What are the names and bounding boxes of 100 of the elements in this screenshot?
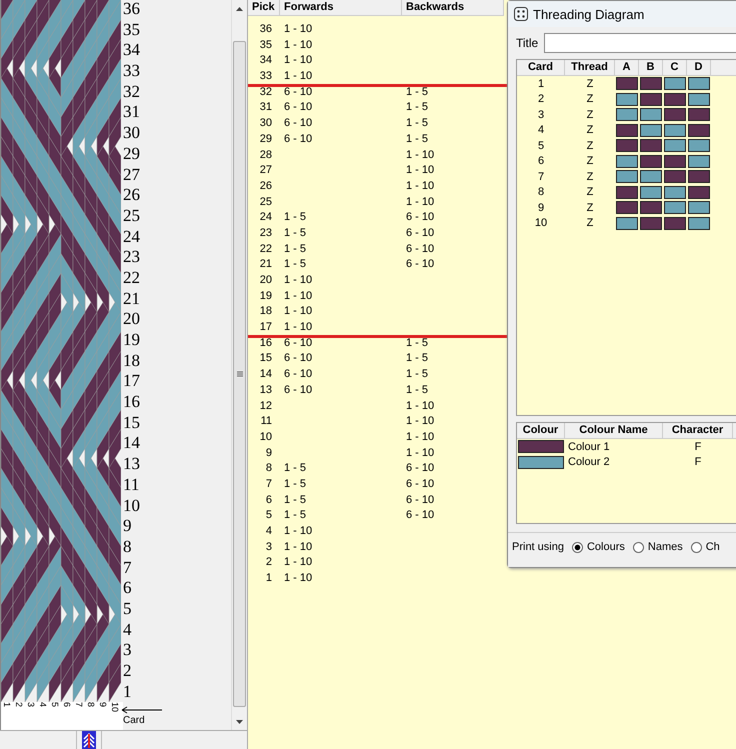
colour-swatch[interactable] bbox=[688, 77, 710, 90]
colour-swatch[interactable] bbox=[688, 92, 710, 106]
column-header[interactable]: Colour Name bbox=[565, 423, 663, 438]
pick-number: 15 bbox=[123, 414, 141, 431]
column-header[interactable]: Pick bbox=[248, 0, 280, 15]
colour-swatch[interactable] bbox=[616, 154, 638, 168]
card-cell-text: 6 bbox=[536, 155, 546, 168]
forwards-cell-text: 1 - 5 bbox=[283, 242, 308, 257]
colour-swatch[interactable] bbox=[688, 139, 710, 152]
colour-swatch[interactable] bbox=[664, 92, 686, 106]
backwards-cell-text: 1 - 10 bbox=[405, 430, 436, 445]
column-header[interactable]: D bbox=[687, 60, 711, 75]
column-header[interactable]: A bbox=[615, 60, 639, 75]
colour-swatch[interactable] bbox=[664, 201, 686, 214]
up-arrow-icon[interactable] bbox=[236, 6, 243, 10]
colour-swatch[interactable] bbox=[616, 216, 638, 230]
pick-number: 9 bbox=[123, 517, 132, 534]
radio-option[interactable]: Names bbox=[632, 541, 683, 553]
colour-swatch[interactable] bbox=[688, 186, 710, 199]
backwards-cell-text: 6 - 10 bbox=[405, 508, 436, 524]
colour-swatch[interactable] bbox=[688, 216, 710, 230]
pick-cell-text: 20 bbox=[258, 273, 273, 288]
colour-swatch[interactable] bbox=[664, 108, 686, 122]
pick-cell-text: 3 bbox=[264, 540, 273, 555]
column-header[interactable]: Colour bbox=[517, 423, 565, 438]
colour-swatch[interactable] bbox=[664, 186, 686, 199]
colour-swatch[interactable] bbox=[616, 170, 638, 184]
arrow-icon bbox=[121, 706, 163, 714]
colour-swatch[interactable] bbox=[664, 154, 686, 168]
pick-cell-text: 11 bbox=[260, 414, 273, 430]
colour-swatch[interactable] bbox=[616, 124, 638, 137]
backwards-cell-text: 6 - 10 bbox=[405, 492, 436, 508]
colour-swatch[interactable] bbox=[518, 440, 564, 454]
thread-cell-text: Z bbox=[586, 155, 594, 168]
pick-cell-text: 23 bbox=[258, 226, 273, 241]
column-header[interactable]: Character bbox=[663, 423, 733, 438]
radio-option[interactable]: Ch bbox=[690, 541, 720, 553]
colour-swatch[interactable] bbox=[664, 139, 686, 152]
colour-swatch[interactable] bbox=[640, 170, 662, 184]
colour-swatch[interactable] bbox=[688, 154, 710, 168]
column-header[interactable]: Thread bbox=[565, 60, 615, 75]
colour-swatch[interactable] bbox=[664, 170, 686, 184]
pick-number: 23 bbox=[123, 248, 141, 266]
colour-swatch[interactable] bbox=[640, 108, 662, 122]
forwards-cell-text: 1 - 10 bbox=[283, 53, 314, 68]
forwards-cell-text: 6 - 10 bbox=[283, 116, 314, 132]
colour-swatch[interactable] bbox=[616, 108, 638, 122]
forwards-cell-text: 1 - 10 bbox=[283, 524, 314, 539]
thread-cell-text: Z bbox=[586, 124, 594, 136]
colour-swatch[interactable] bbox=[616, 139, 638, 152]
column-header[interactable]: Card bbox=[517, 60, 565, 75]
colour-swatch[interactable] bbox=[518, 456, 564, 469]
colour-swatch[interactable] bbox=[640, 92, 662, 106]
colour-swatch[interactable] bbox=[616, 77, 638, 90]
colour-swatch[interactable] bbox=[664, 216, 686, 230]
column-header[interactable]: Forwards bbox=[280, 0, 402, 15]
backwards-cell-text: 1 - 5 bbox=[405, 351, 430, 366]
colour-swatch[interactable] bbox=[616, 92, 638, 106]
pick-number: 6 bbox=[123, 579, 132, 596]
pick-cell-text: 19 bbox=[258, 288, 273, 304]
colour-swatch[interactable] bbox=[640, 139, 662, 152]
column-header[interactable]: Backwards bbox=[402, 0, 504, 15]
colour-swatch[interactable] bbox=[664, 77, 686, 90]
scroll-thumb[interactable] bbox=[233, 41, 246, 707]
colour-swatch[interactable] bbox=[616, 201, 638, 214]
card-cell-text: 10 bbox=[534, 217, 548, 230]
scrollbar[interactable] bbox=[231, 0, 247, 730]
print-label: Print using bbox=[512, 541, 564, 553]
colour-swatch[interactable] bbox=[664, 124, 686, 137]
colour-swatch[interactable] bbox=[640, 201, 662, 214]
forwards-cell-text: 1 - 10 bbox=[283, 288, 314, 304]
forwards-cell-text: 6 - 10 bbox=[283, 84, 314, 100]
pick-number: 33 bbox=[123, 62, 141, 80]
colour-swatch[interactable] bbox=[640, 154, 662, 168]
colour-swatch[interactable] bbox=[640, 216, 662, 230]
colour-swatch[interactable] bbox=[616, 186, 638, 199]
pick-number: 22 bbox=[123, 268, 141, 286]
colour-swatch[interactable] bbox=[640, 77, 662, 90]
pick-number: 17 bbox=[123, 372, 141, 390]
column-header[interactable]: C bbox=[663, 60, 687, 75]
thread-cell-text: Z bbox=[586, 186, 594, 198]
colour-swatch[interactable] bbox=[640, 186, 662, 199]
down-arrow-icon[interactable] bbox=[236, 720, 243, 724]
pick-cell-text: 34 bbox=[258, 53, 273, 68]
forwards-cell-text: 1 - 5 bbox=[283, 492, 308, 508]
colour-swatch[interactable] bbox=[688, 170, 710, 184]
forwards-cell-text: 6 - 10 bbox=[283, 367, 314, 382]
pick-number: 21 bbox=[123, 290, 141, 307]
pick-number: 35 bbox=[123, 20, 141, 38]
colour-swatch[interactable] bbox=[688, 108, 710, 122]
pick-number: 25 bbox=[123, 206, 141, 224]
title-field[interactable] bbox=[544, 33, 736, 53]
colour-swatch[interactable] bbox=[688, 124, 710, 137]
colour-swatch[interactable] bbox=[688, 201, 710, 214]
radio-option[interactable]: Colours bbox=[572, 541, 625, 553]
colour-swatch[interactable] bbox=[640, 124, 662, 137]
pick-cell-text: 31 bbox=[258, 100, 273, 116]
forwards-cell-text: 1 - 10 bbox=[283, 304, 314, 320]
card-number: 5 bbox=[49, 702, 61, 710]
column-header[interactable]: B bbox=[639, 60, 663, 75]
